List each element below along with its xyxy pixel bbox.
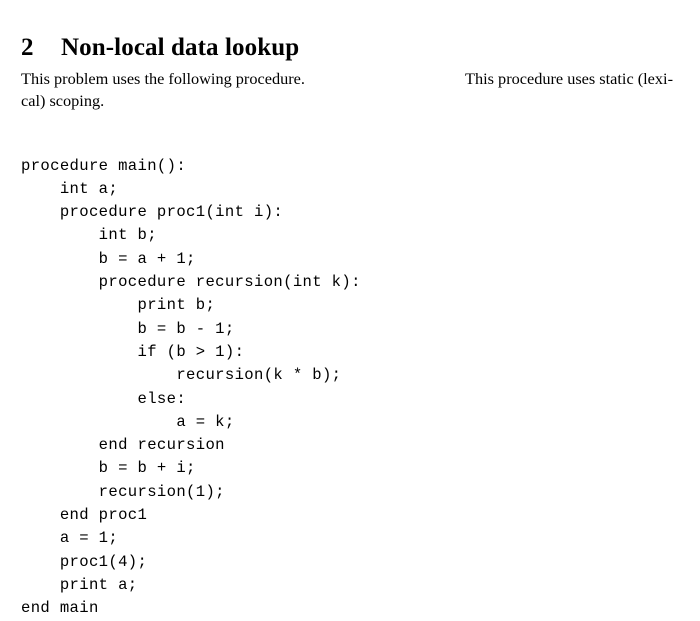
code-line: a = k; — [21, 412, 235, 431]
code-line: proc1(4); — [21, 552, 148, 571]
document-page: 2 Non-local data lookup This problem uses… — [0, 0, 700, 617]
code-line: b = b + i; — [21, 459, 196, 478]
paragraph-line-1-part-b: This procedure uses static (lexi- — [465, 69, 673, 88]
paragraph-line-1: This problem uses the following procedur… — [21, 68, 673, 90]
code-line: procedure recursion(int k): — [21, 273, 361, 292]
code-line: print b; — [21, 296, 216, 315]
code-line: recursion(k * b); — [21, 366, 342, 385]
paragraph-line-1-part-a: This problem uses the following procedur… — [21, 69, 305, 88]
section-number: 2 — [21, 33, 34, 61]
code-line: a = 1; — [21, 529, 119, 548]
code-line: procedure main(): — [21, 156, 187, 175]
code-line: print a; — [21, 575, 138, 594]
code-line: recursion(1); — [21, 482, 225, 501]
code-line: b = b - 1; — [21, 319, 235, 338]
page-title: 2 Non-local data lookup — [21, 33, 299, 63]
code-line: int b; — [21, 226, 157, 245]
section-title: Non-local data lookup — [61, 33, 300, 61]
code-line: procedure proc1(int i): — [21, 203, 284, 222]
code-line: end recursion — [21, 436, 225, 455]
code-listing: procedure main(): int a; procedure proc1… — [21, 155, 361, 621]
intro-paragraph: This problem uses the following procedur… — [21, 68, 673, 112]
code-line: end proc1 — [21, 506, 148, 525]
code-line: end main — [21, 599, 99, 618]
code-line: else: — [21, 389, 187, 408]
code-line: b = a + 1; — [21, 249, 196, 268]
code-line: int a; — [21, 179, 119, 198]
paragraph-line-2: cal) scoping. — [21, 91, 105, 110]
code-line: if (b > 1): — [21, 342, 245, 361]
